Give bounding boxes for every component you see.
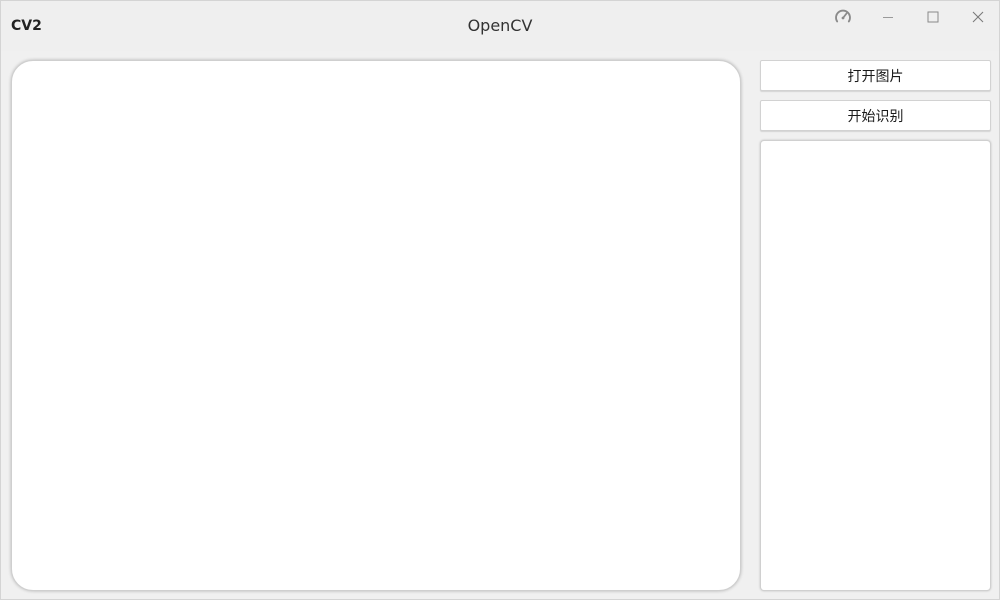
maximize-button[interactable]: [913, 5, 953, 29]
close-icon: [971, 10, 985, 24]
app-window: CV2 OpenCV 打开图片 开始识别: [0, 0, 1000, 600]
gauge-button[interactable]: [823, 5, 863, 29]
result-text-panel[interactable]: [760, 140, 991, 591]
title-bar[interactable]: CV2 OpenCV: [1, 1, 999, 51]
open-image-button[interactable]: 打开图片: [760, 60, 991, 91]
gauge-icon: [833, 7, 853, 27]
minimize-button[interactable]: [868, 5, 908, 29]
start-recognition-button[interactable]: 开始识别: [760, 100, 991, 131]
minimize-icon: [881, 10, 895, 24]
close-button[interactable]: [958, 5, 998, 29]
image-display-panel: [11, 60, 741, 591]
maximize-icon: [926, 10, 940, 24]
